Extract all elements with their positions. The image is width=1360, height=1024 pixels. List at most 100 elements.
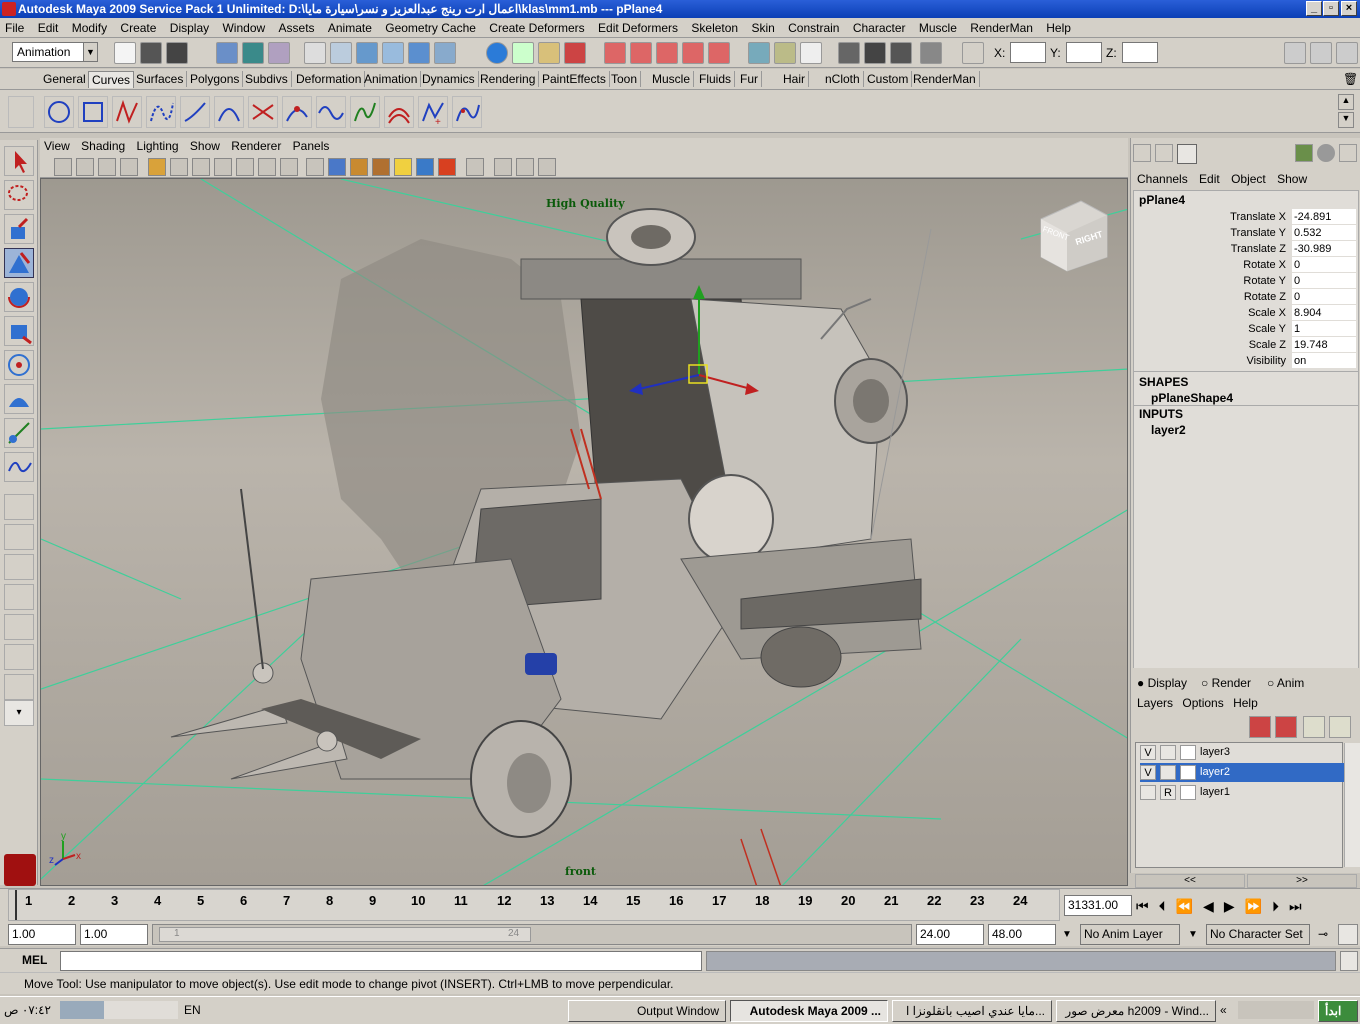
shelf-tab-general[interactable]: General [40, 71, 90, 87]
high-quality-icon[interactable] [438, 158, 456, 176]
render-settings-icon[interactable] [800, 42, 822, 64]
key-icon[interactable]: ⊸ [1312, 924, 1334, 945]
channel-box-layout-icon[interactable] [1133, 144, 1151, 162]
create-empty-layer-icon[interactable] [1303, 716, 1325, 738]
character-set-dropdown[interactable]: No Character Set [1206, 924, 1310, 945]
magnet-icon[interactable] [564, 42, 586, 64]
bookmark-icon[interactable] [98, 158, 116, 176]
cv-curve-tool-icon[interactable] [112, 96, 142, 128]
layer-menu-options[interactable]: Options [1182, 696, 1223, 710]
menu-modify[interactable]: Modify [67, 18, 112, 38]
current-time-field[interactable]: 31331.00 [1064, 895, 1132, 916]
film-gate-icon[interactable] [170, 158, 188, 176]
manipulator-display-icon[interactable] [1295, 144, 1313, 162]
ep-curve-tool-icon[interactable] [146, 96, 176, 128]
layer-row-layer2[interactable]: V layer2 [1140, 763, 1344, 782]
safe-action-icon[interactable] [258, 158, 276, 176]
current-time-marker[interactable] [15, 890, 17, 920]
time-ruler[interactable]: 1 2 3 4 5 6 7 8 9 10 11 12 13 14 15 16 1… [8, 889, 1060, 921]
offset-curve-icon[interactable] [384, 96, 414, 128]
channel-rotate-y[interactable]: Rotate Y0 [1134, 273, 1356, 289]
trash-icon[interactable]: 🗑 [1340, 71, 1360, 87]
menu-assets[interactable]: Assets [274, 18, 320, 38]
maximize-button[interactable]: ▫ [1323, 1, 1339, 16]
x-input[interactable] [1010, 42, 1046, 63]
step-forward-key-icon[interactable]: ⏩ [1245, 898, 1272, 914]
lights-icon[interactable] [394, 158, 412, 176]
shelf-tab-subdivs[interactable]: Subdivs [242, 71, 292, 87]
layout-graph-icon[interactable] [4, 584, 34, 610]
go-to-end-icon[interactable]: ⏭ [1289, 898, 1312, 914]
close-button[interactable]: × [1341, 1, 1357, 16]
gate-mask-icon[interactable] [214, 158, 232, 176]
anim-layer-dropdown[interactable]: No Anim Layer [1080, 924, 1180, 945]
panel-scroll-left[interactable]: << [1135, 874, 1245, 888]
snap-points-icon[interactable] [682, 42, 704, 64]
animation-end-field[interactable]: 48.00 [988, 924, 1056, 945]
history-icon[interactable] [748, 42, 770, 64]
layer-row-layer1[interactable]: R layer1 [1140, 783, 1344, 802]
start-button[interactable]: ابدأ [1318, 1000, 1358, 1022]
input-ops-icon[interactable] [434, 42, 456, 64]
safe-title-icon[interactable] [280, 158, 298, 176]
add-points-tool-icon[interactable] [452, 96, 482, 128]
layout-hypershade-icon[interactable] [4, 614, 34, 640]
play-backward-icon[interactable]: ◀ [1203, 898, 1224, 914]
step-forward-icon[interactable]: ⏵ [1272, 898, 1289, 914]
taskbar-quick-launch[interactable] [1238, 1001, 1314, 1019]
mel-label[interactable]: MEL [22, 953, 47, 967]
viewport-persp[interactable]: High Quality front FRONT RIGHT x y z [40, 178, 1128, 886]
animation-preferences-icon[interactable] [1338, 924, 1358, 945]
z-input[interactable] [1122, 42, 1158, 63]
menu-animate[interactable]: Animate [323, 18, 377, 38]
menu-window[interactable]: Window [217, 18, 270, 38]
speed-display-icon[interactable] [1317, 144, 1335, 162]
step-back-icon[interactable]: ⏴ [1159, 898, 1176, 914]
language-indicator[interactable]: EN [184, 1003, 201, 1017]
render-view-icon[interactable] [774, 42, 796, 64]
layer-color-swatch[interactable] [1180, 785, 1196, 800]
shape-node-name[interactable]: pPlaneShape4 [1151, 391, 1233, 405]
layout-persp-graph-icon[interactable] [4, 644, 34, 670]
layer-menu-help[interactable]: Help [1233, 696, 1258, 710]
show-channel-box-icon[interactable] [1336, 42, 1358, 64]
shelf-tab-hair[interactable]: Hair [780, 71, 810, 87]
go-to-start-icon[interactable]: ⏮ [1136, 898, 1159, 914]
menu-file[interactable]: File [0, 18, 29, 38]
hyperbolic-icon[interactable] [1339, 144, 1357, 162]
snap-together-icon[interactable] [604, 42, 626, 64]
shadows-icon[interactable] [416, 158, 434, 176]
layer-visibility-toggle[interactable] [1140, 785, 1156, 800]
shelf-tab-rendering[interactable]: Rendering [477, 71, 540, 87]
channels-menu-edit[interactable]: Edit [1199, 172, 1220, 186]
channels-menu-channels[interactable]: Channels [1137, 172, 1188, 186]
channel-translate-x[interactable]: Translate X -24.891 [1134, 209, 1356, 225]
layer-type-toggle[interactable] [1160, 765, 1176, 780]
camera-lock-icon[interactable] [538, 158, 556, 176]
attach-curves-icon[interactable] [248, 96, 278, 128]
shelf-tab-painteffects[interactable]: PaintEffects [539, 71, 610, 87]
shelf-scroll-down-icon[interactable]: ▼ [1338, 112, 1354, 128]
range-handle[interactable]: 1 24 [159, 927, 531, 942]
menu-edit-deformers[interactable]: Edit Deformers [593, 18, 683, 38]
textured-icon[interactable] [372, 158, 390, 176]
panel-scroll-right[interactable]: >> [1247, 874, 1357, 888]
shelf-tab-polygons[interactable]: Polygons [187, 71, 244, 87]
channel-rotate-x[interactable]: Rotate X0 [1134, 257, 1356, 273]
isolate-select-icon[interactable] [466, 158, 484, 176]
minimize-button[interactable]: _ [1306, 1, 1322, 16]
viewport-menu-panels[interactable]: Panels [289, 138, 334, 154]
show-manipulator-icon[interactable] [4, 418, 34, 448]
nurbs-circle-icon[interactable] [44, 96, 74, 128]
snap-grid-icon[interactable] [304, 42, 326, 64]
grid-toggle-icon[interactable] [148, 158, 166, 176]
layout-four-icon[interactable] [4, 524, 34, 550]
shelf-tab-muscle[interactable]: Muscle [649, 71, 695, 87]
viewport-menu-view[interactable]: View [40, 138, 74, 154]
extend-curve-icon[interactable] [350, 96, 380, 128]
layer-mode-render[interactable]: ○ Render [1201, 676, 1251, 690]
render-region-icon[interactable] [920, 42, 942, 64]
layer-visibility-toggle[interactable]: V [1140, 765, 1156, 780]
xray-icon[interactable] [494, 158, 512, 176]
channel-translate-z[interactable]: Translate Z -30.989 [1134, 241, 1356, 257]
